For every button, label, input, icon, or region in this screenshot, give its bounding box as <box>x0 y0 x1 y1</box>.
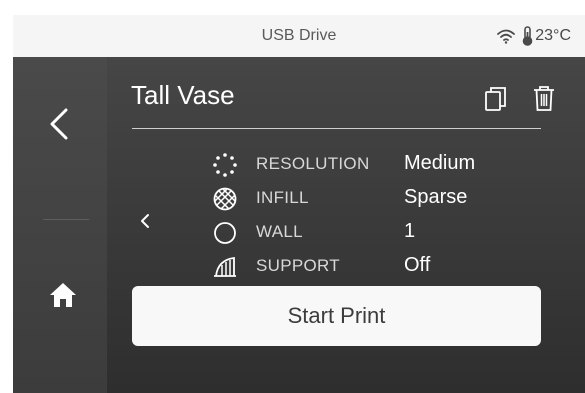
trash-icon <box>534 86 554 111</box>
resolution-dots-icon <box>213 153 237 177</box>
page-title: Tall Vase <box>131 80 235 110</box>
copy-button[interactable] <box>484 85 508 113</box>
home-icon <box>50 283 76 307</box>
setting-label: RESOLUTION <box>256 154 370 173</box>
setting-value[interactable]: 1 <box>404 220 415 243</box>
setting-label: WALL <box>256 222 303 241</box>
support-structure-icon <box>214 256 236 277</box>
copy-icon <box>485 87 506 111</box>
setting-row-resolution: RESOLUTION Medium <box>200 150 560 180</box>
chevron-left-icon <box>50 108 68 140</box>
start-print-button[interactable]: Start Print <box>132 286 541 346</box>
status-indicators: 23°C <box>496 25 571 47</box>
setting-row-support: SUPPORT Off <box>200 252 560 282</box>
wifi-icon <box>496 28 516 44</box>
title-divider <box>132 128 541 129</box>
temperature-readout: 23°C <box>535 27 571 44</box>
infill-pattern-icon <box>213 187 237 211</box>
sidebar-divider <box>43 219 89 220</box>
setting-label: SUPPORT <box>256 256 340 275</box>
wall-circle-icon <box>214 222 236 244</box>
status-bar: USB Drive 23°C <box>13 15 585 57</box>
home-button[interactable] <box>47 280 79 310</box>
setting-row-wall: WALL 1 <box>200 218 560 248</box>
setting-value[interactable]: Off <box>404 254 430 277</box>
previous-button[interactable] <box>138 210 152 232</box>
delete-button[interactable] <box>532 84 556 112</box>
setting-row-infill: INFILL Sparse <box>200 184 560 214</box>
setting-value[interactable]: Medium <box>404 152 475 175</box>
setting-value[interactable]: Sparse <box>404 186 467 209</box>
setting-label: INFILL <box>256 188 309 207</box>
thermometer-icon <box>522 26 533 46</box>
chevron-left-small-icon <box>141 214 149 228</box>
back-button[interactable] <box>44 104 74 144</box>
